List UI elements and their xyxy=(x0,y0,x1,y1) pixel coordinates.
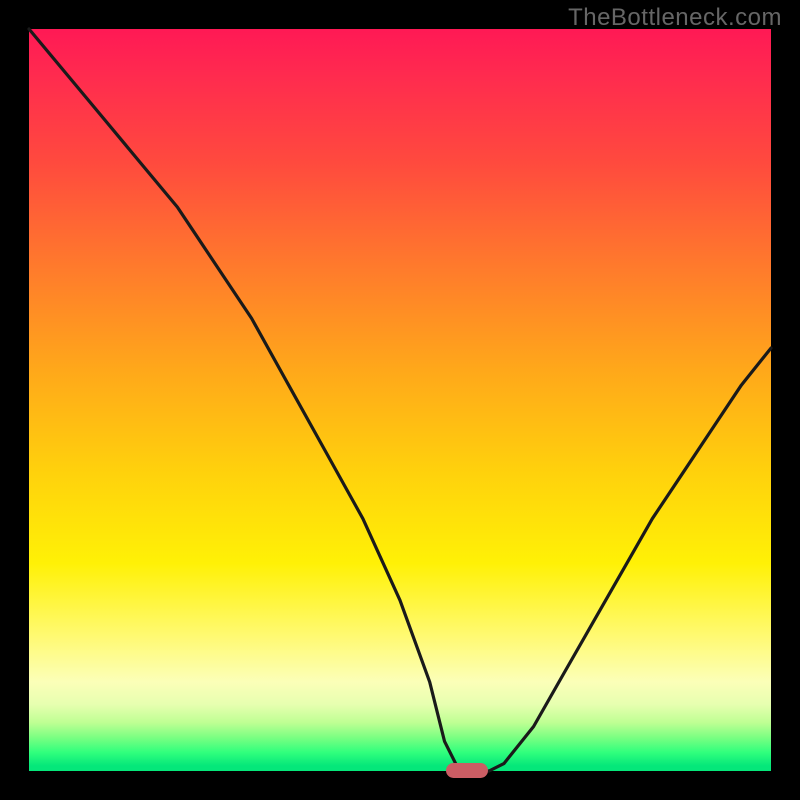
plot-area xyxy=(29,29,771,771)
watermark-text: TheBottleneck.com xyxy=(568,4,782,32)
chart-frame: TheBottleneck.com xyxy=(0,0,800,800)
optimal-marker xyxy=(446,763,488,778)
curve-path xyxy=(29,29,771,771)
bottleneck-curve xyxy=(29,29,771,771)
